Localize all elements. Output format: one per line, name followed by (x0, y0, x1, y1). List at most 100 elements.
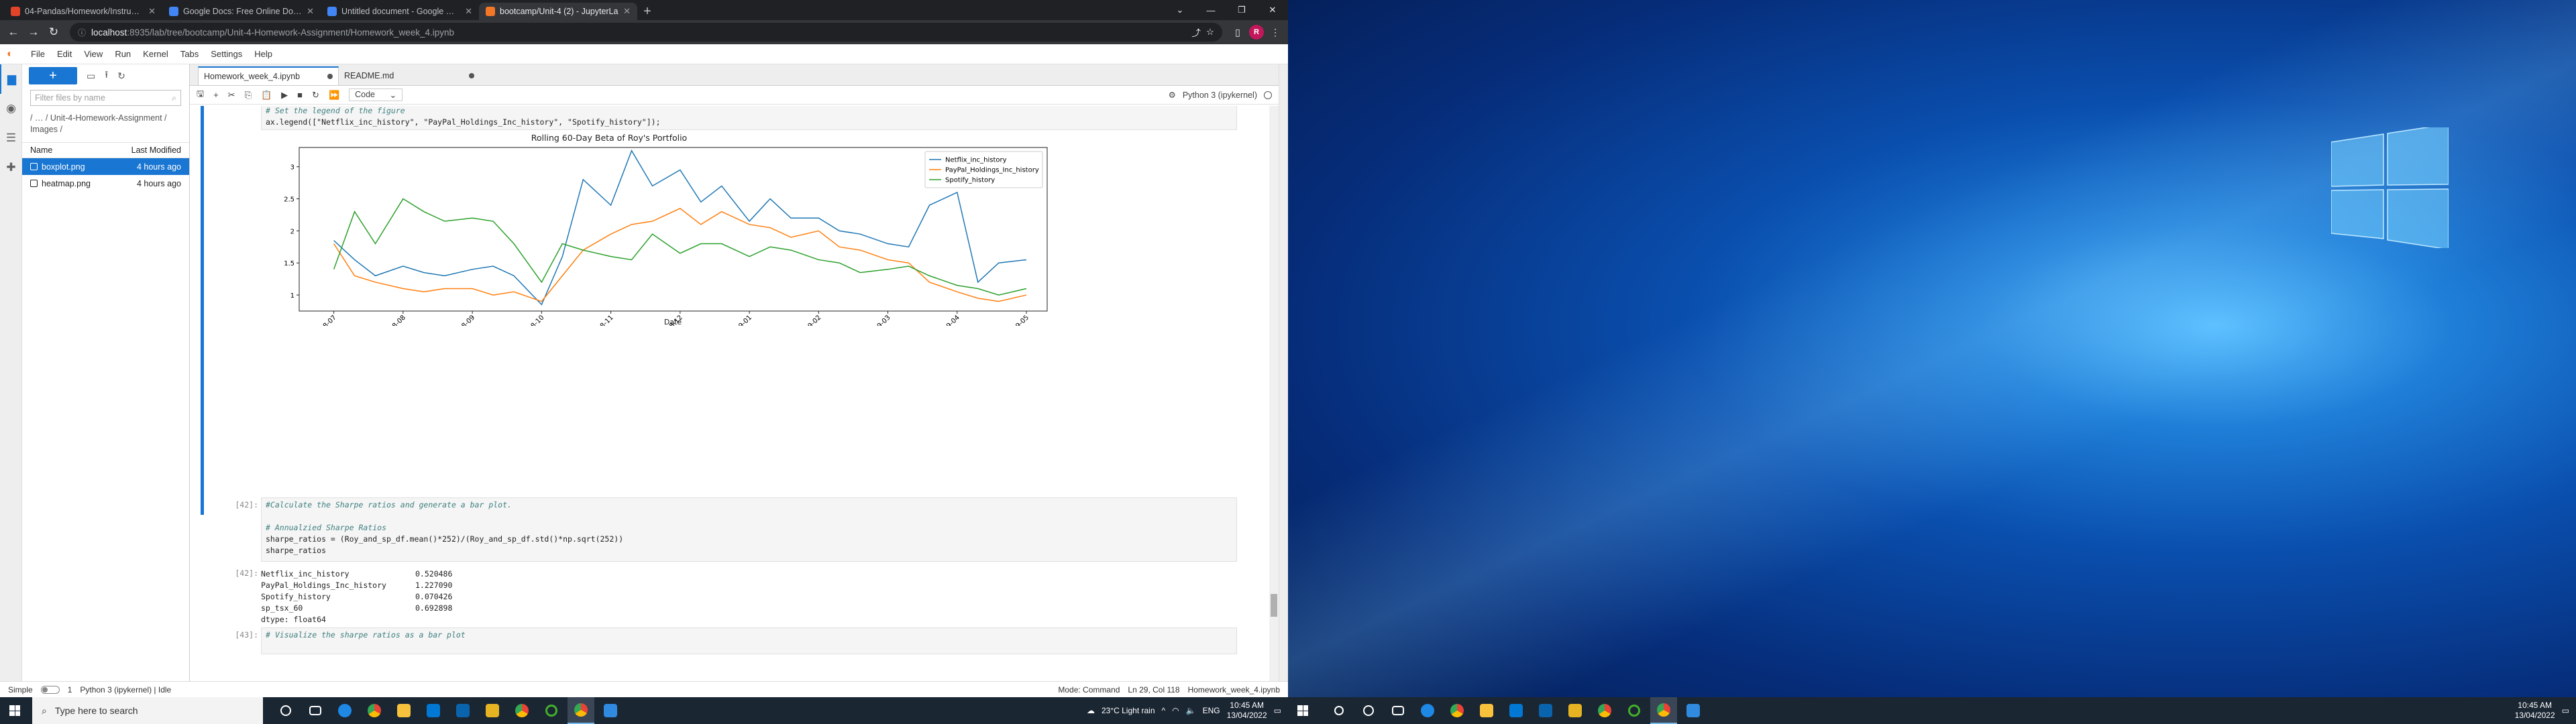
weather-icon[interactable]: ☁ (1087, 706, 1095, 715)
tab-search-icon[interactable]: ⌄ (1165, 0, 1195, 20)
cursor-position[interactable]: Ln 29, Col 118 (1128, 685, 1179, 695)
file-filter-input[interactable]: Filter files by name ⌕ (30, 90, 181, 106)
edge-icon[interactable] (331, 697, 358, 724)
close-window-button[interactable]: ✕ (1257, 0, 1288, 20)
weather-text[interactable]: 23°C Light rain (1102, 706, 1155, 715)
close-dot-icon[interactable] (469, 73, 474, 78)
breadcrumb[interactable]: / … / Unit-4-Homework-Assignment / Image… (22, 109, 189, 139)
chrome-icon-3[interactable] (1444, 697, 1470, 724)
menu-item-settings[interactable]: Settings (205, 46, 248, 62)
save-icon[interactable]: 🖫 (197, 88, 204, 103)
task-view-icon-2[interactable] (1385, 697, 1411, 724)
cortana-icon-2[interactable] (1355, 697, 1382, 724)
cortana-icon[interactable] (272, 697, 299, 724)
new-folder-icon[interactable]: ▭ (87, 70, 95, 82)
refresh-icon[interactable]: ↻ (117, 70, 125, 82)
chrome-2-icon[interactable] (508, 697, 535, 724)
code-cell-sharpe[interactable]: #Calculate the Sharpe ratios and generat… (261, 497, 1237, 562)
terminal-count[interactable]: 1 (68, 685, 72, 695)
column-last-modified[interactable]: Last Modified (131, 145, 181, 155)
browser-tab[interactable]: Google Docs: Free Online Docum ✕ (162, 3, 321, 20)
chrome-icon-4[interactable] (1591, 697, 1618, 724)
browser-tab[interactable]: bootcamp/Unit-4 (2) - JupyterLa ✕ (479, 3, 637, 20)
copy-icon[interactable]: ⎘ (245, 90, 252, 101)
tab-close-icon[interactable]: ✕ (465, 6, 472, 17)
debugger-icon[interactable]: ⚙ (1169, 90, 1176, 100)
simple-mode-toggle[interactable] (40, 685, 60, 694)
notebook-tab[interactable]: Homework_week_4.ipynb (198, 66, 339, 85)
browser-menu-icon[interactable]: ⋮ (1267, 23, 1284, 41)
anaconda-icon[interactable] (538, 697, 565, 724)
menu-item-edit[interactable]: Edit (52, 46, 77, 62)
snip-icon[interactable] (597, 697, 624, 724)
file-explorer-icon[interactable] (390, 697, 417, 724)
notebook-tab[interactable]: README.md (339, 66, 480, 85)
menu-item-help[interactable]: Help (249, 46, 278, 62)
stop-icon[interactable]: ■ (297, 90, 303, 100)
store-icon-2[interactable] (1503, 697, 1529, 724)
forward-button[interactable]: → (24, 23, 43, 42)
git-icon[interactable] (479, 697, 506, 724)
clock-2[interactable]: 10:45 AM 13/04/2022 (2515, 701, 2555, 721)
run-icon[interactable]: ▶ (281, 90, 288, 101)
tab-close-icon[interactable]: ✕ (307, 6, 314, 17)
menu-item-run[interactable]: Run (109, 46, 136, 62)
chrome-icon[interactable] (361, 697, 388, 724)
file-row[interactable]: boxplot.png 4 hours ago (22, 158, 189, 175)
new-launcher-button[interactable]: + (29, 67, 77, 84)
mail-icon-2[interactable] (1532, 697, 1559, 724)
windows-start-icon-2[interactable] (1297, 705, 1308, 716)
new-tab-button[interactable]: + (637, 3, 657, 20)
file-browser-icon[interactable]: ▆ (0, 64, 22, 94)
menu-item-view[interactable]: View (78, 46, 108, 62)
menu-item-tabs[interactable]: Tabs (175, 46, 204, 62)
search-icon-2[interactable] (1326, 697, 1352, 724)
chrome-active-icon-2[interactable] (1650, 697, 1677, 724)
notebook-scrollbar[interactable] (1269, 106, 1279, 681)
kernel-idle-status[interactable]: Python 3 (ipykernel) | Idle (80, 685, 171, 695)
fast-forward-icon[interactable]: ⏩ (329, 90, 339, 101)
browser-tab[interactable]: Untitled document - Google Doc ✕ (321, 3, 479, 20)
file-explorer-icon-2[interactable] (1473, 697, 1500, 724)
bookmark-star-icon[interactable]: ☆ (1206, 27, 1214, 38)
chrome-active-icon[interactable] (568, 697, 594, 724)
code-cell-barplot[interactable]: # Visualize the sharpe ratios as a bar p… (261, 627, 1237, 654)
address-bar[interactable]: ⓘ localhost:8935/lab/tree/bootcamp/Unit-… (70, 23, 1222, 42)
cut-icon[interactable]: ✂ (228, 90, 235, 101)
mail-icon[interactable] (449, 697, 476, 724)
tab-close-icon[interactable]: ✕ (148, 6, 156, 17)
unsaved-dot-icon[interactable] (327, 74, 333, 79)
windows-start-icon[interactable] (9, 705, 20, 716)
paste-icon[interactable]: 📋 (261, 90, 272, 101)
notifications-icon-2[interactable]: ▭ (2562, 706, 2569, 715)
store-icon[interactable] (420, 697, 447, 724)
upload-icon[interactable]: ⭱ (105, 68, 108, 84)
menu-item-file[interactable]: File (25, 46, 50, 62)
kernel-name[interactable]: Python 3 (ipykernel) (1183, 90, 1257, 100)
anaconda-icon-2[interactable] (1621, 697, 1648, 724)
profile-avatar[interactable]: R (1249, 25, 1264, 40)
column-name[interactable]: Name (30, 145, 52, 155)
cell-type-select[interactable]: Code ⌄ (349, 88, 403, 101)
notebook-cells[interactable]: # Set the legend of the figure ax.legend… (197, 106, 1256, 656)
notifications-icon[interactable]: ▭ (1274, 706, 1281, 715)
minimize-button[interactable]: — (1195, 0, 1226, 20)
back-button[interactable]: ← (4, 23, 23, 42)
edge-icon-2[interactable] (1414, 697, 1441, 724)
scrollbar-thumb[interactable] (1271, 594, 1277, 617)
wifi-icon[interactable]: ◠ (1172, 706, 1179, 715)
menu-item-kernel[interactable]: Kernel (138, 46, 174, 62)
task-view-icon[interactable] (302, 697, 329, 724)
tray-chevron-icon[interactable]: ^ (1162, 706, 1166, 715)
table-of-contents-icon[interactable]: ☰ (0, 123, 22, 153)
extensions-puzzle-icon[interactable]: ✚ (0, 153, 22, 182)
code-cell-legend[interactable]: # Set the legend of the figure ax.legend… (261, 106, 1237, 130)
git-icon-2[interactable] (1562, 697, 1589, 724)
browser-tab[interactable]: 04-Pandas/Homework/Instructio ✕ (4, 3, 162, 20)
clock[interactable]: 10:45 AM 13/04/2022 (1227, 701, 1267, 721)
running-kernels-icon[interactable]: ◉ (0, 94, 22, 123)
taskbar-search[interactable]: ⌕ Type here to search (32, 697, 263, 724)
extensions-icon[interactable]: ▯ (1229, 23, 1246, 41)
share-icon[interactable]: ⤴ (1191, 25, 1201, 39)
language-indicator[interactable]: ENG (1203, 706, 1220, 715)
